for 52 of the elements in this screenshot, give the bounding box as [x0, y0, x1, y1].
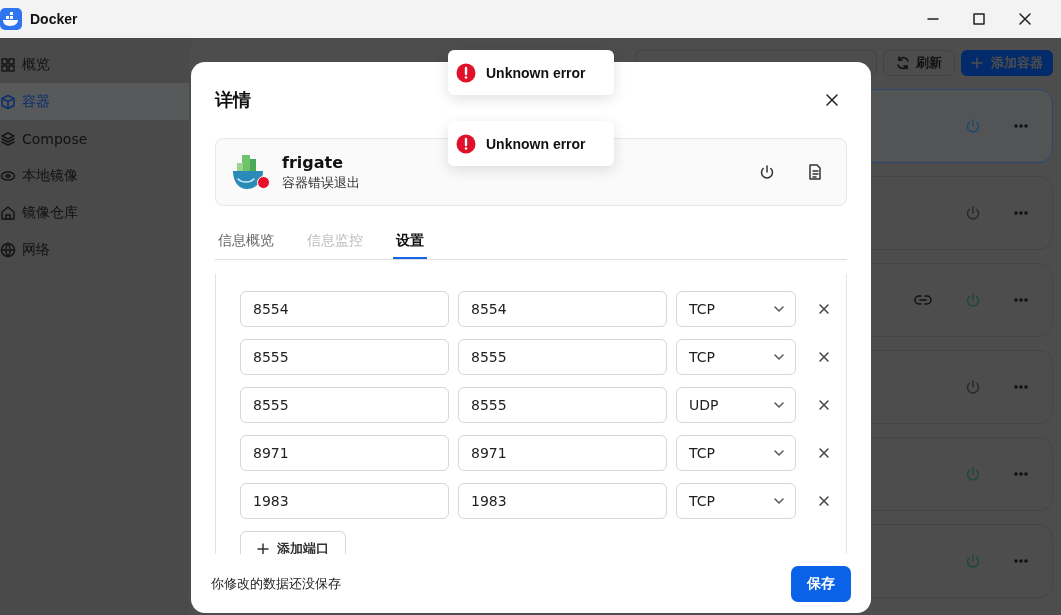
remove-icon[interactable]: [818, 447, 830, 459]
save-button[interactable]: 保存: [791, 565, 851, 602]
container-status: 容器错误退出: [282, 173, 360, 192]
add-port-button[interactable]: 添加端口: [240, 531, 346, 554]
container-name: frigate: [282, 152, 345, 172]
protocol-dropdown[interactable]: TCP: [676, 291, 796, 327]
power-icon[interactable]: [758, 163, 776, 181]
host-port-field[interactable]: 1983: [240, 483, 449, 519]
whale-with-boxes-icon: [232, 153, 266, 191]
toast-message: Unknown error: [486, 64, 586, 81]
container-port-field[interactable]: 1983: [458, 483, 667, 519]
host-port-field[interactable]: 8971: [240, 435, 449, 471]
host-port-field[interactable]: 8555: [240, 387, 449, 423]
protocol-dropdown[interactable]: TCP: [676, 483, 796, 519]
remove-icon[interactable]: [818, 351, 830, 363]
plus-icon: [971, 57, 983, 69]
chevron-down-icon: [773, 351, 785, 363]
window-title: Docker: [30, 11, 78, 27]
host-port-field[interactable]: 8554: [240, 291, 449, 327]
grid-icon: [0, 56, 16, 73]
error-icon: [456, 133, 476, 154]
unsaved-note: 你修改的数据还没保存: [211, 574, 341, 593]
container-port-field[interactable]: 8555: [458, 387, 667, 423]
chevron-down-icon: [773, 495, 785, 507]
dialog-title: 详情: [215, 88, 251, 112]
document-icon[interactable]: [806, 163, 824, 181]
container-port-field[interactable]: 8554: [458, 291, 667, 327]
plus-icon: [257, 543, 269, 554]
remove-icon[interactable]: [818, 303, 830, 315]
cube-icon: [0, 93, 16, 110]
remove-icon[interactable]: [818, 495, 830, 507]
house-icon: [0, 204, 16, 221]
close-icon[interactable]: [1019, 13, 1031, 25]
protocol-dropdown[interactable]: UDP: [676, 387, 796, 423]
tab[interactable]: 信息概览: [215, 224, 277, 259]
container-port-field[interactable]: 8971: [458, 435, 667, 471]
protocol-dropdown[interactable]: TCP: [676, 435, 796, 471]
refresh-icon: [896, 56, 910, 70]
chevron-down-icon: [773, 399, 785, 411]
chevron-down-icon: [773, 303, 785, 315]
tab[interactable]: 设置: [393, 224, 427, 259]
maximize-icon[interactable]: [973, 13, 985, 25]
chevron-down-icon: [773, 447, 785, 459]
protocol-dropdown[interactable]: TCP: [676, 339, 796, 375]
globe-icon: [0, 241, 16, 258]
container-port-field[interactable]: 8555: [458, 339, 667, 375]
close-icon[interactable]: [825, 93, 839, 107]
host-port-field[interactable]: 8555: [240, 339, 449, 375]
error-icon: [456, 62, 476, 83]
remove-icon[interactable]: [818, 399, 830, 411]
layers-icon: [0, 130, 16, 147]
toast-message: Unknown error: [486, 135, 586, 152]
